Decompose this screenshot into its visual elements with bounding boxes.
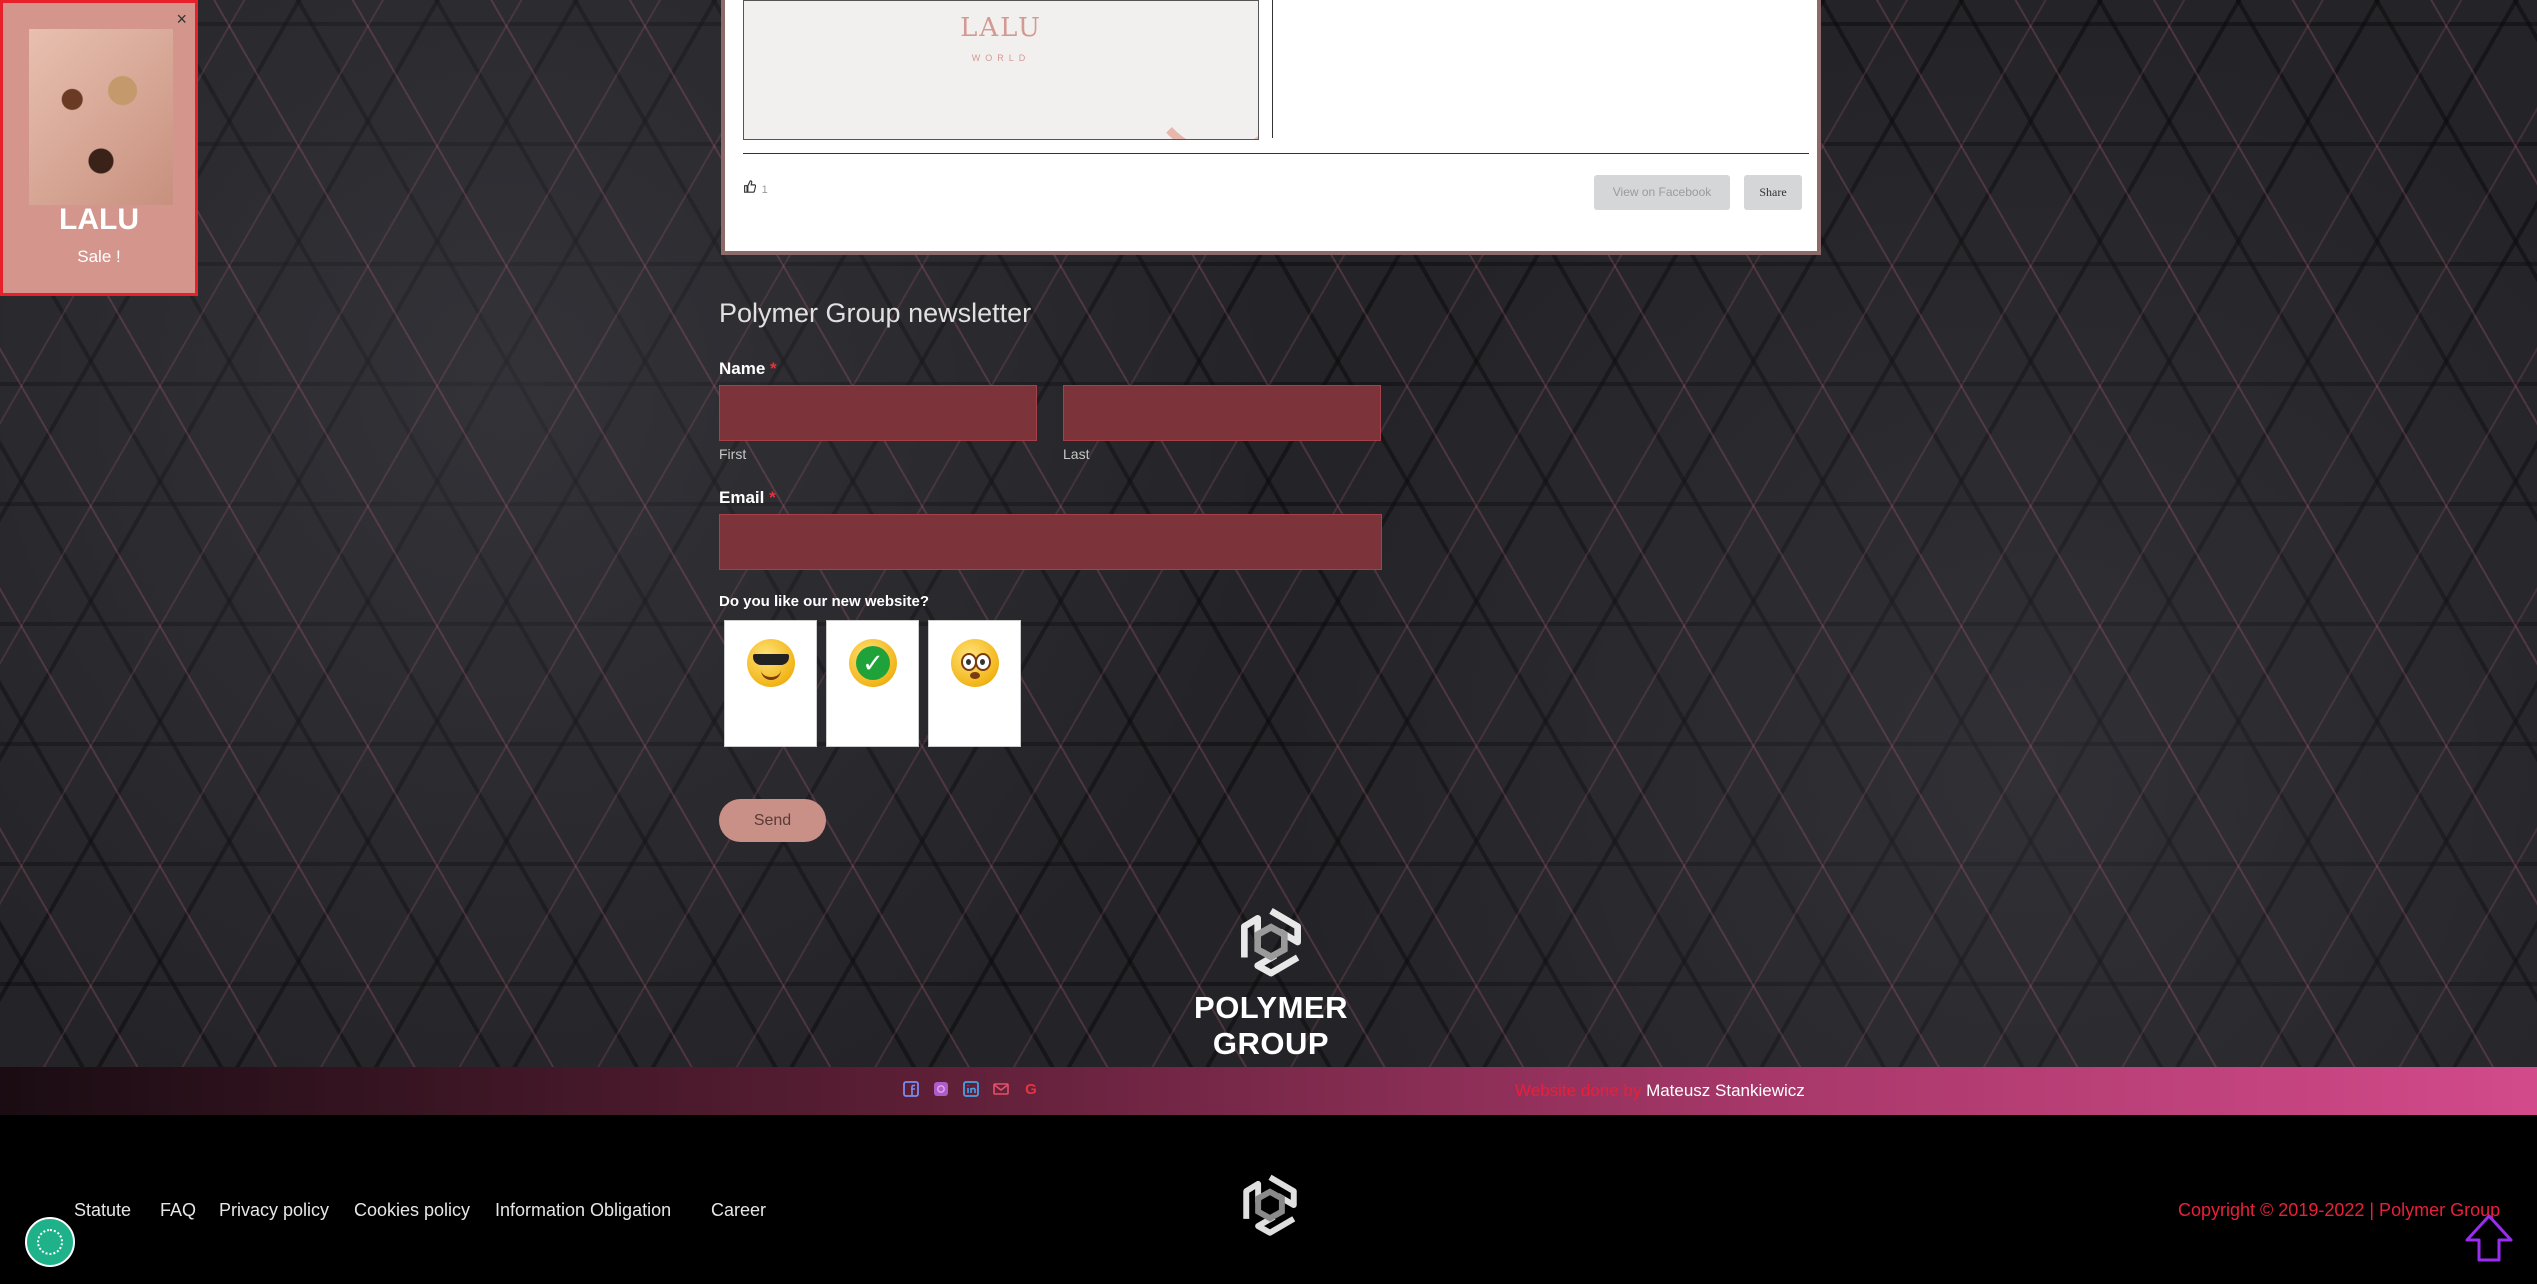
- footer-link-privacy[interactable]: Privacy policy: [219, 1200, 329, 1221]
- send-button[interactable]: Send: [719, 799, 826, 842]
- linkedin-icon[interactable]: [962, 1081, 980, 1099]
- choice-unsure[interactable]: [928, 620, 1021, 747]
- instagram-icon[interactable]: [932, 1081, 950, 1099]
- promo-brand: LALU: [59, 203, 139, 236]
- like-button[interactable]: 1: [743, 180, 768, 196]
- promo-tagline: Sale !: [77, 247, 121, 266]
- email-input[interactable]: [719, 514, 1382, 570]
- footer-link-cookies[interactable]: Cookies policy: [354, 1200, 470, 1221]
- google-icon[interactable]: G: [1022, 1081, 1040, 1099]
- name-label: Name *: [719, 359, 777, 379]
- accessibility-glyph: [37, 1229, 63, 1255]
- brand-name: POLYMER GROUP: [1194, 990, 1348, 1061]
- credit-text: Website done by Mateusz Stankiewicz: [1515, 1081, 1805, 1101]
- eye: [975, 653, 991, 671]
- mouth: [970, 672, 980, 679]
- newsletter-title: Polymer Group newsletter: [719, 298, 1032, 328]
- choice-cool[interactable]: [724, 620, 817, 747]
- divider: [1272, 0, 1273, 138]
- ribbon-decoration: [1142, 1, 1258, 139]
- first-sublabel: First: [719, 446, 747, 462]
- email-label-text: Email: [719, 488, 765, 507]
- credit-prefix: Website done by: [1515, 1081, 1642, 1100]
- post-image[interactable]: LALU WORLD: [743, 0, 1259, 140]
- footer-link-information-obligation[interactable]: Information Obligation: [495, 1200, 671, 1221]
- flushed-face-icon: [951, 639, 999, 687]
- required-mark: *: [769, 488, 776, 507]
- share-button[interactable]: Share: [1744, 175, 1802, 210]
- view-on-facebook-button[interactable]: View on Facebook: [1594, 175, 1730, 210]
- like-count: 1: [761, 184, 768, 196]
- accessibility-icon[interactable]: [25, 1217, 75, 1267]
- cosmetics-image: [29, 29, 173, 205]
- footer-link-career[interactable]: Career: [711, 1200, 766, 1221]
- promo-popup[interactable]: × LALU Sale !: [0, 0, 198, 296]
- survey-question: Do you like our new website?: [719, 593, 930, 610]
- email-label: Email *: [719, 488, 776, 508]
- footer: Statute FAQ Privacy policy Cookies polic…: [0, 1115, 2537, 1284]
- required-mark: *: [770, 359, 777, 378]
- footer-link-statute[interactable]: Statute: [74, 1200, 131, 1221]
- facebook-icon[interactable]: [902, 1081, 920, 1099]
- facebook-post-embed: LALU WORLD 1 View on Facebook Share: [721, 0, 1821, 255]
- polymer-group-logo-icon: [1241, 908, 1301, 977]
- copyright-text: Copyright © 2019-2022 | Polymer Group: [2178, 1200, 2501, 1220]
- close-icon[interactable]: ×: [176, 9, 187, 30]
- divider: [743, 153, 1809, 154]
- name-label-text: Name: [719, 359, 766, 378]
- last-sublabel: Last: [1063, 446, 1090, 462]
- scroll-to-top-icon[interactable]: [2461, 1210, 2517, 1266]
- check-glyph: ✓: [856, 646, 890, 680]
- glasses: [753, 654, 789, 665]
- check-mark-icon: ✓: [849, 639, 897, 687]
- footer-logo-icon[interactable]: [1237, 1172, 1303, 1238]
- smile: [761, 669, 781, 680]
- email-icon[interactable]: [992, 1081, 1010, 1099]
- first-name-input[interactable]: [719, 385, 1037, 441]
- choice-good[interactable]: ✓: [826, 620, 919, 747]
- credits-bar: G Website done by Mateusz Stankiewicz: [0, 1067, 2537, 1115]
- thumbs-up-icon: [743, 180, 760, 196]
- credit-author-link[interactable]: Mateusz Stankiewicz: [1646, 1081, 1805, 1100]
- sunglasses-face-icon: [747, 639, 795, 687]
- footer-link-faq[interactable]: FAQ: [160, 1200, 196, 1221]
- last-name-input[interactable]: [1063, 385, 1381, 441]
